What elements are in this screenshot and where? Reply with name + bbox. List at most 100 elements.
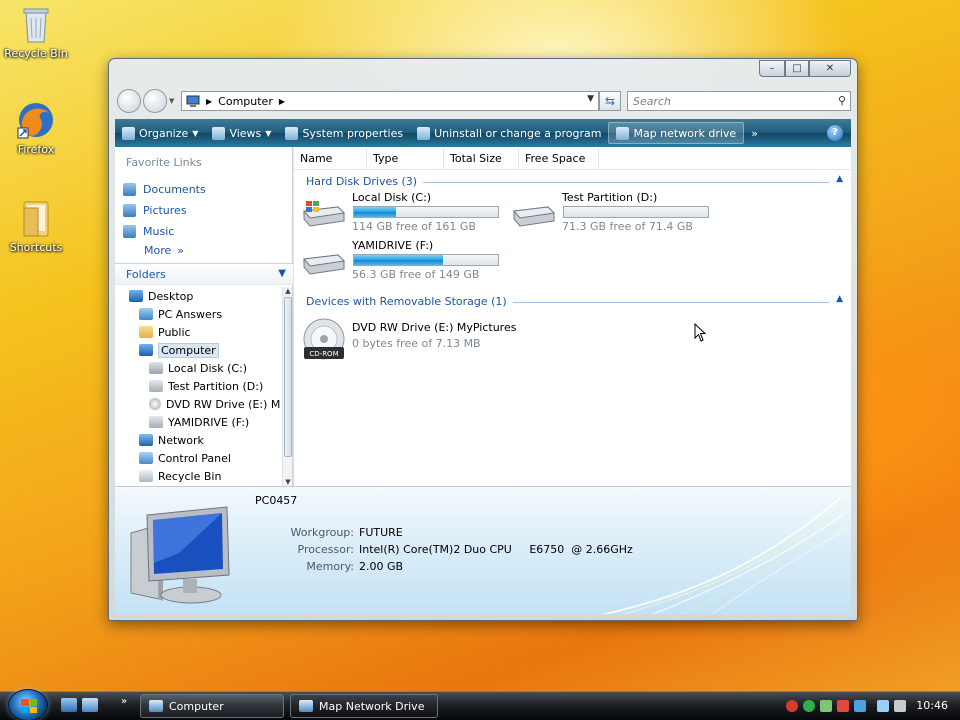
help-icon[interactable]: ? bbox=[827, 125, 843, 141]
search-icon[interactable]: ⚲ bbox=[838, 94, 846, 107]
address-separator[interactable]: ▶ bbox=[279, 97, 285, 106]
documents-icon bbox=[123, 182, 136, 196]
tree-item-local-disk-c[interactable]: Local Disk (C:) bbox=[115, 359, 283, 377]
address-dropdown-button[interactable]: ▼ bbox=[587, 94, 594, 104]
security-alert-icon[interactable] bbox=[786, 700, 798, 712]
drive-usage-fill bbox=[354, 255, 444, 265]
map-network-drive-button[interactable]: Map network drive bbox=[608, 122, 745, 144]
drive-item-dvd-rw-e[interactable]: CD-ROM DVD RW Drive (E:) MyPictures 0 by… bbox=[302, 317, 516, 365]
tray-app-icon[interactable] bbox=[837, 700, 849, 712]
column-headers: Name Type Total Size Free Space bbox=[294, 143, 851, 170]
address-separator[interactable]: ▶ bbox=[206, 97, 212, 106]
tree-item-computer[interactable]: Computer bbox=[115, 341, 283, 359]
tree-item-control-panel[interactable]: Control Panel bbox=[115, 449, 283, 467]
organize-icon bbox=[122, 126, 135, 140]
drive-item-yamidrive-f[interactable]: YAMIDRIVE (F:) 56.3 GB free of 149 GB bbox=[302, 239, 512, 283]
favorite-pictures[interactable]: Pictures bbox=[115, 200, 292, 220]
column-free-space[interactable]: Free Space bbox=[519, 147, 599, 170]
scroll-down-icon[interactable]: ▼ bbox=[283, 478, 293, 486]
recent-pages-dropdown[interactable]: ▼ bbox=[169, 97, 174, 105]
column-name[interactable]: Name bbox=[294, 147, 367, 170]
tree-item-dvd-drive-e[interactable]: DVD RW Drive (E:) M bbox=[115, 395, 283, 413]
organize-button[interactable]: Organize ▼ bbox=[115, 119, 205, 147]
tree-item-label: Computer bbox=[158, 342, 219, 358]
desktop-icon-firefox[interactable]: Firefox bbox=[0, 100, 72, 156]
tree-item-test-partition-d[interactable]: Test Partition (D:) bbox=[115, 377, 283, 395]
folders-label: Folders bbox=[126, 268, 166, 281]
favorite-label: Documents bbox=[143, 182, 206, 196]
group-removable-storage[interactable]: Devices with Removable Storage (1) ▲ bbox=[294, 293, 851, 311]
scrollbar-thumb[interactable] bbox=[284, 297, 292, 457]
folder-icon bbox=[23, 201, 49, 237]
music-icon bbox=[123, 224, 136, 238]
address-bar[interactable]: ▶ Computer ▶ ▼ bbox=[181, 91, 599, 111]
uninstall-label: Uninstall or change a program bbox=[434, 126, 602, 140]
tree-item-public[interactable]: Public bbox=[115, 323, 283, 341]
desktop-icon-label: Firefox bbox=[17, 143, 55, 156]
tree-item-label: Control Panel bbox=[158, 451, 231, 465]
drive-name: Test Partition (D:) bbox=[562, 191, 658, 204]
favorites-more-link[interactable]: More » bbox=[115, 241, 292, 259]
status-icon[interactable] bbox=[803, 700, 815, 712]
drive-usage-fill bbox=[354, 207, 396, 217]
pictures-icon bbox=[123, 203, 136, 217]
folder-tree-scrollbar[interactable]: ▲ ▼ bbox=[282, 287, 292, 486]
drive-item-local-disk-c[interactable]: Local Disk (C:) 114 GB free of 161 GB bbox=[302, 191, 512, 235]
column-type[interactable]: Type bbox=[367, 143, 444, 170]
collapse-icon[interactable]: ▲ bbox=[836, 294, 843, 304]
detail-row-memory: Memory: 2.00 GB bbox=[265, 560, 403, 573]
tree-item-network[interactable]: Network bbox=[115, 431, 283, 449]
uninstall-program-button[interactable]: Uninstall or change a program bbox=[410, 119, 608, 147]
show-desktop-icon[interactable] bbox=[61, 698, 77, 712]
tray-app-icon[interactable] bbox=[820, 700, 832, 712]
taskbar-button-map-network-drive[interactable]: Map Network Drive bbox=[290, 694, 438, 718]
more-chevron-icon: » bbox=[751, 126, 758, 140]
switch-windows-icon[interactable] bbox=[82, 698, 98, 712]
system-properties-label: System properties bbox=[302, 126, 404, 140]
start-button[interactable] bbox=[8, 689, 48, 720]
favorite-label: Pictures bbox=[143, 203, 187, 217]
system-properties-button[interactable]: System properties bbox=[278, 119, 410, 147]
favorite-documents[interactable]: Documents bbox=[115, 179, 292, 199]
breadcrumb-computer[interactable]: Computer bbox=[218, 95, 273, 108]
search-input[interactable]: Search ⚲ bbox=[627, 91, 851, 111]
network-icon[interactable] bbox=[877, 700, 889, 712]
desktop-icon-shortcuts[interactable]: Shortcuts bbox=[0, 198, 72, 254]
tree-item-recycle-bin[interactable]: Recycle Bin bbox=[115, 467, 283, 485]
tree-item-yamidrive-f[interactable]: YAMIDRIVE (F:) bbox=[115, 413, 283, 431]
drive-name: YAMIDRIVE (F:) bbox=[352, 239, 434, 252]
tree-item-pc-answers[interactable]: PC Answers bbox=[115, 305, 283, 323]
maximize-button[interactable]: □ bbox=[785, 60, 809, 77]
command-bar: Organize ▼ Views ▼ System properties Uni… bbox=[115, 119, 851, 147]
drive-usage-bar bbox=[353, 206, 499, 218]
views-button[interactable]: Views ▼ bbox=[205, 119, 278, 147]
refresh-button[interactable]: ⇆ bbox=[599, 91, 621, 111]
forward-button[interactable] bbox=[143, 89, 167, 113]
search-placeholder: Search bbox=[633, 95, 672, 108]
drive-item-test-partition-d[interactable]: Test Partition (D:) 71.3 GB free of 71.4… bbox=[512, 191, 722, 235]
tree-item-desktop[interactable]: Desktop bbox=[115, 287, 283, 305]
collapse-icon[interactable]: ▲ bbox=[836, 174, 843, 184]
close-button[interactable]: ✕ bbox=[809, 60, 851, 77]
volume-icon[interactable] bbox=[894, 700, 906, 712]
tree-item-label: PC Answers bbox=[158, 307, 223, 321]
more-label: More bbox=[144, 243, 172, 257]
minimize-button[interactable]: – bbox=[759, 60, 785, 77]
computer-name: PC0457 bbox=[255, 494, 298, 507]
taskbar-clock[interactable]: 10:46 bbox=[916, 699, 948, 712]
favorite-music[interactable]: Music bbox=[115, 221, 292, 241]
quick-launch-overflow-icon[interactable]: » bbox=[121, 696, 127, 707]
tray-app-icon[interactable] bbox=[854, 700, 866, 712]
column-total-size[interactable]: Total Size bbox=[444, 147, 519, 170]
window-controls: – □ ✕ bbox=[759, 60, 851, 77]
detail-label: Memory: bbox=[306, 560, 354, 573]
scroll-up-icon[interactable]: ▲ bbox=[283, 287, 293, 295]
back-button[interactable] bbox=[117, 89, 141, 113]
more-commands-button[interactable]: » bbox=[744, 119, 765, 147]
explorer-window: – □ ✕ ▼ ▶ Computer ▶ ▼ ⇆ Search ⚲ Organi… bbox=[108, 58, 858, 621]
folders-header[interactable]: Folders ▼ bbox=[115, 263, 293, 285]
group-hard-disk-drives[interactable]: Hard Disk Drives (3) ▲ bbox=[294, 173, 851, 191]
tree-item-label: YAMIDRIVE (F:) bbox=[168, 415, 250, 429]
desktop-icon-recycle-bin[interactable]: Recycle Bin bbox=[0, 4, 72, 60]
taskbar-button-computer[interactable]: Computer bbox=[140, 694, 284, 718]
